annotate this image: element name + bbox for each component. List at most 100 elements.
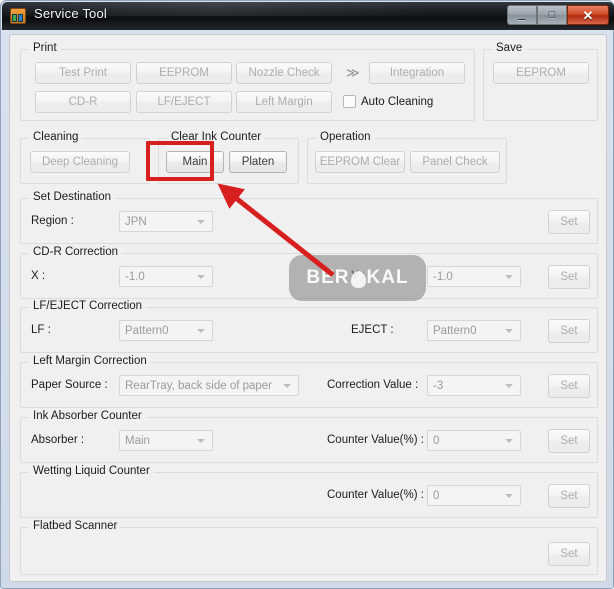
ink-counter-value-select[interactable]: 0	[427, 430, 521, 451]
group-operation-caption: Operation	[316, 131, 375, 143]
eject-label: EJECT :	[351, 324, 394, 336]
ink-counter-value-label: Counter Value(%) :	[327, 434, 424, 446]
wetting-liquid-set-button[interactable]: Set	[548, 484, 590, 508]
chevron-down-icon	[505, 383, 513, 388]
minimize-icon: –	[518, 10, 526, 26]
ink-absorber-set-label: Set	[560, 435, 578, 447]
ink-absorber-set-button[interactable]: Set	[548, 429, 590, 453]
left-margin-set-button[interactable]: Set	[548, 374, 590, 398]
cdr-y-label: Y :	[351, 270, 365, 282]
group-left-margin-correction: Left Margin Correction Paper Source : Re…	[20, 355, 598, 408]
title-bar[interactable]: Service Tool – □ ✕	[2, 2, 614, 30]
close-button[interactable]: ✕	[567, 5, 609, 25]
print-eeprom-button[interactable]: EEPROM	[136, 62, 232, 84]
cdr-x-value: -1.0	[125, 270, 145, 283]
eeprom-clear-button[interactable]: EEPROM Clear	[315, 151, 405, 173]
flatbed-scanner-set-button[interactable]: Set	[548, 542, 590, 566]
absorber-select[interactable]: Main	[119, 430, 213, 451]
cdr-y-value: -1.0	[433, 270, 453, 283]
lf-value: Pattern0	[125, 324, 169, 337]
ink-counter-value-value: 0	[433, 434, 440, 447]
save-eeprom-label: EEPROM	[516, 67, 566, 79]
auto-cleaning-checkbox[interactable]: Auto Cleaning	[343, 95, 433, 108]
panel-check-button[interactable]: Panel Check	[410, 151, 500, 173]
lf-label: LF :	[31, 324, 51, 336]
lf-eject-print-button[interactable]: LF/EJECT	[136, 91, 232, 113]
group-ink-absorber-counter-caption: Ink Absorber Counter	[29, 410, 146, 422]
paper-source-select[interactable]: RearTray, back side of paper	[119, 375, 299, 396]
cdr-x-select[interactable]: -1.0	[119, 266, 213, 287]
deep-cleaning-label: Deep Cleaning	[41, 156, 119, 168]
chevron-down-icon	[197, 328, 205, 333]
integration-button[interactable]: Integration	[369, 62, 465, 84]
correction-value-value: -3	[433, 379, 444, 392]
integration-label: Integration	[389, 67, 445, 79]
wetting-counter-value-value: 0	[433, 489, 440, 502]
minimize-button[interactable]: –	[507, 5, 537, 25]
group-flatbed-scanner: Flatbed Scanner Set	[20, 520, 598, 575]
group-cleaning: Cleaning Deep Cleaning	[20, 131, 150, 184]
nozzle-check-label: Nozzle Check	[248, 67, 320, 79]
clear-ink-platen-label: Platen	[241, 156, 275, 168]
group-save-caption: Save	[492, 42, 527, 54]
left-margin-print-label: Left Margin	[255, 96, 313, 108]
paper-source-value: RearTray, back side of paper	[125, 379, 273, 392]
group-clear-ink-counter-caption: Clear Ink Counter	[167, 131, 266, 143]
maximize-icon: □	[548, 8, 556, 21]
deep-cleaning-button[interactable]: Deep Cleaning	[30, 151, 130, 173]
region-select[interactable]: JPN	[119, 211, 213, 232]
maximize-button[interactable]: □	[537, 5, 567, 25]
group-wetting-liquid-counter-caption: Wetting Liquid Counter	[29, 465, 154, 477]
printer-icon	[10, 8, 26, 24]
chevron-down-icon	[197, 219, 205, 224]
left-margin-set-label: Set	[560, 380, 578, 392]
group-cdr-correction: CD-R Correction X : -1.0 Y : -1.0 Set	[20, 246, 598, 299]
chevron-down-icon	[505, 438, 513, 443]
ink-cartridge-blue-icon	[18, 14, 23, 22]
ink-cartridge-green-icon	[12, 14, 17, 22]
test-print-label: Test Print	[59, 67, 107, 79]
chevron-double-right-icon: ≫	[346, 65, 360, 80]
clear-ink-main-button[interactable]: Main	[166, 151, 224, 173]
wetting-counter-value-select[interactable]: 0	[427, 485, 521, 506]
group-lf-eject-correction-caption: LF/EJECT Correction	[29, 300, 147, 312]
group-wetting-liquid-counter: Wetting Liquid Counter Counter Value(%) …	[20, 465, 598, 518]
correction-value-select[interactable]: -3	[427, 375, 521, 396]
save-eeprom-button[interactable]: EEPROM	[493, 62, 589, 84]
test-print-button[interactable]: Test Print	[35, 62, 131, 84]
group-print: Print Test Print EEPROM Nozzle Check ≫ I…	[20, 42, 475, 121]
set-destination-set-button[interactable]: Set	[548, 210, 590, 234]
region-value: JPN	[125, 215, 147, 228]
flatbed-scanner-set-label: Set	[560, 548, 578, 560]
clear-ink-platen-button[interactable]: Platen	[229, 151, 287, 173]
left-margin-print-button[interactable]: Left Margin	[236, 91, 332, 113]
lf-eject-set-button[interactable]: Set	[548, 319, 590, 343]
chevron-down-icon	[505, 328, 513, 333]
lf-eject-set-label: Set	[560, 325, 578, 337]
lf-eject-print-label: LF/EJECT	[157, 96, 211, 108]
nozzle-check-button[interactable]: Nozzle Check	[236, 62, 332, 84]
eeprom-clear-label: EEPROM Clear	[319, 156, 401, 168]
auto-cleaning-checkbox-box[interactable]	[343, 95, 356, 108]
group-left-margin-correction-caption: Left Margin Correction	[29, 355, 151, 367]
client-area: Print Test Print EEPROM Nozzle Check ≫ I…	[9, 34, 607, 582]
lf-select[interactable]: Pattern0	[119, 320, 213, 341]
group-flatbed-scanner-caption: Flatbed Scanner	[29, 520, 122, 532]
cdr-print-button[interactable]: CD-R	[35, 91, 131, 113]
panel-check-label: Panel Check	[422, 156, 488, 168]
chevron-down-icon	[505, 493, 513, 498]
group-clear-ink-counter: Clear Ink Counter Main Platen	[158, 131, 299, 184]
group-operation: Operation EEPROM Clear Panel Check	[307, 131, 507, 184]
eject-select[interactable]: Pattern0	[427, 320, 521, 341]
region-label: Region :	[31, 215, 74, 227]
cdr-x-label: X :	[31, 270, 46, 282]
group-cdr-correction-caption: CD-R Correction	[29, 246, 122, 258]
cdr-correction-set-button[interactable]: Set	[548, 265, 590, 289]
eject-value: Pattern0	[433, 324, 477, 337]
close-icon: ✕	[582, 7, 594, 23]
chevron-down-icon	[505, 274, 513, 279]
group-lf-eject-correction: LF/EJECT Correction LF : Pattern0 EJECT …	[20, 300, 598, 353]
clear-ink-main-label: Main	[182, 156, 208, 168]
set-destination-set-label: Set	[560, 216, 578, 228]
cdr-y-select[interactable]: -1.0	[427, 266, 521, 287]
